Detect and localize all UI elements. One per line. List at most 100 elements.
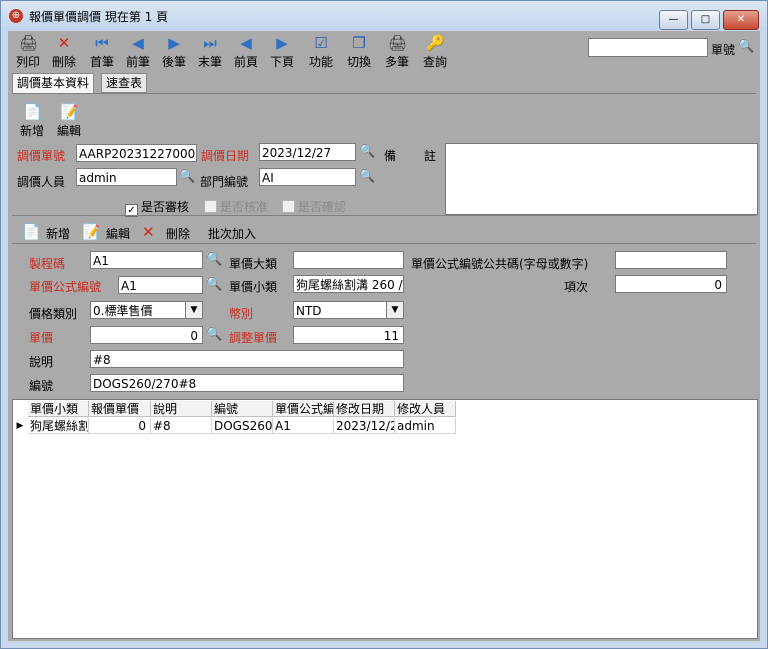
first-record-button[interactable]: ⏮ 首筆 (86, 34, 118, 72)
previous-page-button[interactable]: ◀ 前頁 (230, 34, 262, 72)
detail-delete-button[interactable]: ✕ 刪除 (142, 221, 194, 243)
table-row-cell[interactable]: admin (395, 418, 456, 434)
price-detail-grid[interactable]: 單價小類 報價單價 說明 編號 單價公式編 修改日期 修改人員 ▶ 狗尾螺絲割 … (12, 399, 758, 639)
price-type-select[interactable]: 0.標準售價 ▼ (90, 301, 203, 319)
unit-price-field[interactable]: 0 (90, 326, 203, 344)
remark-label-part2: 註 (424, 149, 437, 163)
section-divider-top (12, 215, 756, 216)
person-lookup-icon[interactable]: 🔍 (179, 169, 195, 185)
item-no-field[interactable]: 0 (615, 275, 727, 293)
dept-field[interactable]: AI (259, 168, 356, 186)
currency-label: 幣別 (229, 307, 254, 321)
last-record-button[interactable]: ⏭ 末筆 (194, 34, 226, 72)
close-button[interactable]: ✕ (723, 10, 759, 30)
previous-record-button[interactable]: ◀ 前筆 (122, 34, 154, 72)
grid-header-quote-price[interactable]: 報價單價 (89, 401, 151, 417)
doc-date-label: 調價日期 (201, 149, 250, 163)
print-label: 列印 (15, 55, 40, 69)
process-code-field[interactable]: A1 (90, 251, 203, 269)
function-button[interactable]: ☑ 功能 (305, 34, 337, 72)
doc-no-field[interactable]: AARP202312270001 (76, 144, 197, 162)
query-button[interactable]: 🔑 查詢 (419, 34, 451, 72)
is-approved-checkbox[interactable]: 是否核准 (204, 198, 268, 215)
is-approved-label: 是否核准 (220, 200, 269, 214)
delete-row-icon: ✕ (142, 223, 155, 241)
tab-basic-info[interactable]: 調價基本資料 (12, 73, 95, 94)
process-code-lookup-icon[interactable]: 🔍 (206, 252, 222, 268)
code-field[interactable]: DOGS260/270#8 (90, 374, 404, 392)
header-new-button[interactable]: 📄 新增 (19, 103, 45, 139)
new-document-icon: 📄 (23, 103, 42, 121)
public-code-field[interactable] (615, 251, 727, 269)
chevron-down-icon[interactable]: ▼ (185, 302, 202, 318)
table-row-cell[interactable]: 0 (89, 418, 151, 434)
switch-icon: ❐ (352, 34, 366, 52)
multi-record-icon: 🖨 (388, 34, 408, 52)
description-field[interactable]: #8 (90, 350, 404, 368)
minor-category-field[interactable]: 狗尾螺絲割溝 260 / 2 (293, 275, 404, 293)
price-type-label: 價格類別 (29, 307, 78, 321)
next-page-button[interactable]: ▶ 下頁 (266, 34, 298, 72)
adjusted-price-field[interactable]: 11 (293, 326, 404, 344)
doc-number-search-label: 單號 (711, 43, 736, 57)
previous-page-label: 前頁 (233, 55, 258, 69)
multi-record-button[interactable]: 🖨 多筆 (381, 34, 413, 72)
checkbox-empty-icon (204, 200, 217, 213)
next-record-button[interactable]: ▶ 後筆 (158, 34, 190, 72)
grid-header-code[interactable]: 編號 (212, 401, 273, 417)
title-bar[interactable]: ⊕ 報價單價調價 現在第 1 頁 — □ ✕ (1, 1, 767, 31)
adjusted-price-label: 調整單價 (229, 331, 278, 345)
currency-value: NTD (296, 304, 322, 318)
chevron-down-icon[interactable]: ▼ (386, 302, 403, 318)
major-category-field[interactable] (293, 251, 404, 269)
formula-no-lookup-icon[interactable]: 🔍 (206, 277, 222, 293)
header-edit-button[interactable]: 📝 編輯 (56, 103, 82, 139)
dept-lookup-icon[interactable]: 🔍 (359, 169, 375, 185)
table-row-cell[interactable]: 2023/12/27 (334, 418, 395, 434)
is-confirmed-checkbox[interactable]: 是否確認 (282, 198, 346, 215)
detail-edit-button[interactable]: 📝 編輯 (82, 221, 134, 243)
person-field[interactable]: admin (76, 168, 177, 186)
doc-date-lookup-icon[interactable]: 🔍 (359, 144, 375, 160)
grid-header-modified-date[interactable]: 修改日期 (334, 401, 395, 417)
table-row-cell[interactable]: A1 (273, 418, 334, 434)
grid-header-formula-no[interactable]: 單價公式編 (273, 401, 334, 417)
checkbox-empty-icon (282, 200, 295, 213)
search-icon[interactable]: 🔍 (738, 39, 754, 55)
maximize-button[interactable]: □ (691, 10, 720, 30)
delete-button[interactable]: ✕ 刪除 (48, 34, 80, 72)
code-label: 編號 (29, 379, 54, 393)
doc-number-search-input[interactable] (588, 38, 708, 57)
remark-label-part1: 備 (384, 149, 397, 163)
previous-page-icon: ◀ (240, 34, 252, 52)
currency-select[interactable]: NTD ▼ (293, 301, 404, 319)
remark-textarea[interactable] (445, 143, 758, 215)
detail-new-button[interactable]: 📄 新增 (22, 221, 74, 243)
switch-button[interactable]: ❐ 切換 (343, 34, 375, 72)
doc-date-field[interactable]: 2023/12/27 (259, 143, 356, 161)
grid-header-modified-by[interactable]: 修改人員 (395, 401, 456, 417)
next-page-label: 下頁 (269, 55, 294, 69)
header-edit-label: 編輯 (56, 124, 81, 138)
minimize-button[interactable]: — (659, 10, 688, 30)
table-row-cell[interactable]: DOGS260/2 (212, 418, 273, 434)
unit-price-lookup-icon[interactable]: 🔍 (206, 327, 222, 343)
section-divider-middle (12, 243, 756, 244)
doc-no-label: 調價單號 (17, 149, 66, 163)
table-row-cell[interactable]: #8 (151, 418, 212, 434)
batch-add-button[interactable]: 批次加入 (208, 221, 268, 243)
grid-header-description[interactable]: 說明 (151, 401, 212, 417)
query-icon: 🔑 (426, 34, 445, 52)
switch-label: 切換 (346, 55, 371, 69)
person-label: 調價人員 (17, 175, 66, 189)
detail-new-label: 新增 (46, 227, 71, 241)
previous-record-icon: ◀ (132, 34, 144, 52)
last-record-label: 末筆 (197, 55, 222, 69)
tab-quick-lookup[interactable]: 速查表 (101, 73, 148, 93)
print-button[interactable]: 🖨 列印 (12, 34, 44, 72)
price-type-value: 0.標準售價 (93, 304, 153, 318)
formula-no-field[interactable]: A1 (118, 276, 203, 294)
table-row-cell[interactable]: 狗尾螺絲割 (28, 418, 89, 434)
next-page-icon: ▶ (276, 34, 288, 52)
grid-header-minor-category[interactable]: 單價小類 (28, 401, 89, 417)
